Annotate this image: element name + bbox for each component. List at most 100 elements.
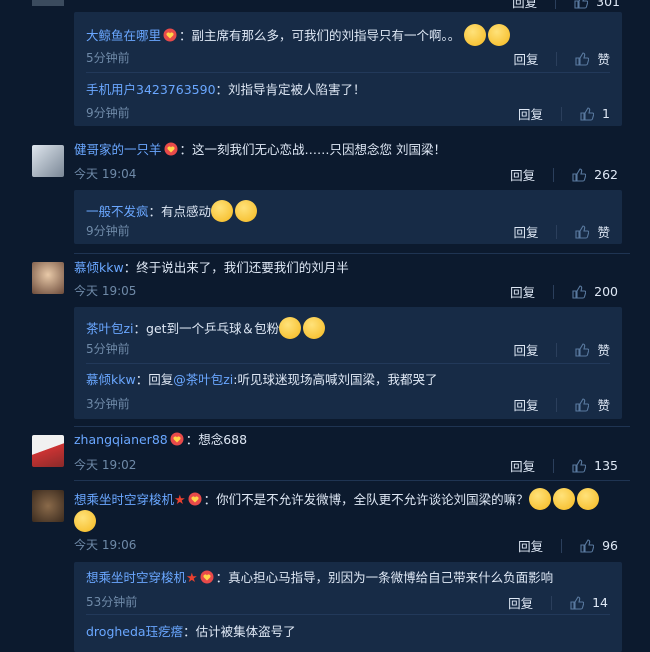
thumb-up-icon xyxy=(572,167,587,182)
reply-text: ：get到一个乒乓球＆包粉 xyxy=(133,321,280,336)
mention-link[interactable]: @茶叶包zi xyxy=(173,372,233,387)
reply-text: ：真心担心马指导，别因为一条微博给自己带来什么负面影响 xyxy=(215,570,554,585)
tears-emoji-icon xyxy=(464,24,487,46)
like-label: 赞 xyxy=(597,52,610,67)
thumb-up-icon xyxy=(575,342,590,357)
like-count: 14 xyxy=(592,595,608,610)
reply-button[interactable]: 回复 xyxy=(512,0,537,11)
reply-line: 慕倾kkw：回复@茶叶包zi:听见球迷现场高喊刘国梁，我都哭了 xyxy=(86,372,437,388)
sad-emoji-icon xyxy=(303,317,326,339)
avatar[interactable] xyxy=(32,490,64,522)
confused-emoji-icon xyxy=(528,488,551,510)
comment-time: 今天 19:02 xyxy=(74,458,137,472)
reply-text: ：副主席有那么多，可我们的刘指导只有一个啊。。 xyxy=(179,28,461,43)
reply-button[interactable]: 回复 xyxy=(518,536,543,555)
comment-text: ：想念688 xyxy=(185,432,248,447)
reply-line: 一般不发疯：有点感动 xyxy=(86,200,258,222)
like-button[interactable]: 赞 xyxy=(575,340,610,359)
thumb-up-icon xyxy=(580,538,595,553)
reply-text: ：估计被集体盗号了 xyxy=(183,624,296,639)
reply-button[interactable]: 回复 xyxy=(513,395,538,414)
like-button[interactable]: 135 xyxy=(572,458,618,473)
thumb-up-icon xyxy=(574,0,589,9)
comment-username[interactable]: 健哥家的一只羊 xyxy=(74,142,162,157)
reply-username[interactable]: 想乘坐时空穿梭机 xyxy=(86,570,186,585)
reply-username[interactable]: drogheda珏疙瘩 xyxy=(86,624,183,639)
like-count: 96 xyxy=(602,538,618,553)
reply-line: 想乘坐时空穿梭机★ ：真心担心马指导，别因为一条微博给自己带来什么负面影响 xyxy=(86,570,553,587)
reply-text: ：有点感动 xyxy=(148,204,212,219)
divider xyxy=(74,426,630,427)
comment-username[interactable]: 想乘坐时空穿梭机 xyxy=(74,492,174,507)
like-button[interactable]: 14 xyxy=(570,595,608,610)
like-button[interactable]: 200 xyxy=(572,284,618,299)
reply-time: 9分钟前 xyxy=(86,106,130,120)
avatar[interactable] xyxy=(32,262,64,294)
like-button[interactable]: 301 xyxy=(574,0,620,9)
comment: 健哥家的一只羊 ：这一刻我们无心恋战……只因想念您 刘国梁！ 今天 19:04 回… xyxy=(74,140,630,190)
like-button[interactable]: 1 xyxy=(580,106,610,121)
tears-emoji-icon xyxy=(488,24,511,46)
reply-text: ：刘指导肯定被人陷害了！ xyxy=(215,82,366,97)
avatar[interactable] xyxy=(32,145,64,177)
reply-button[interactable]: 回复 xyxy=(513,340,538,359)
comment-text: ：终于说出来了，我们还要我们的刘月半 xyxy=(123,260,349,275)
reply-button[interactable]: 回复 xyxy=(513,222,538,241)
comment: zhangqianer88 ：想念688 今天 19:02 回复 135 xyxy=(74,430,630,476)
reply-button[interactable]: 回复 xyxy=(510,282,535,301)
reply-time: 5分钟前 xyxy=(86,51,130,65)
reply-button[interactable]: 回复 xyxy=(513,49,538,68)
reply-username[interactable]: 一般不发疯 xyxy=(86,204,149,219)
divider xyxy=(74,480,630,481)
reply-username[interactable]: 手机用户3423763590 xyxy=(86,82,216,97)
reply-username[interactable]: 慕倾kkw xyxy=(86,372,136,387)
like-button[interactable]: 赞 xyxy=(575,49,610,68)
divider xyxy=(86,614,610,615)
reply-time: 9分钟前 xyxy=(86,224,130,238)
reply-list: 想乘坐时空穿梭机★ ：真心担心马指导，别因为一条微博给自己带来什么负面影响 53分… xyxy=(74,562,622,652)
like-label: 赞 xyxy=(597,225,610,240)
grin-emoji-icon xyxy=(576,488,599,510)
comment-text: ：你们不是不允许发微博，全队更不允许谈论刘国梁的嘛？ xyxy=(203,492,529,507)
avatar[interactable] xyxy=(32,435,64,467)
comment-username[interactable]: zhangqianer88 xyxy=(74,432,168,447)
heart-badge-icon xyxy=(188,492,202,506)
comment-username[interactable]: 慕倾kkw xyxy=(74,260,124,275)
reply-button[interactable]: 回复 xyxy=(510,165,535,184)
reply-line: drogheda珏疙瘩：估计被集体盗号了 xyxy=(86,624,296,640)
heart-badge-icon xyxy=(170,432,184,446)
reply-username[interactable]: 茶叶包zi xyxy=(86,321,134,336)
thumb-up-icon xyxy=(575,397,590,412)
like-count: 1 xyxy=(602,106,610,121)
divider xyxy=(86,363,610,364)
like-button[interactable]: 96 xyxy=(580,538,618,553)
reply-line: 手机用户3423763590：刘指导肯定被人陷害了！ xyxy=(86,82,366,98)
sad-emoji-icon xyxy=(279,317,302,339)
comment: 想乘坐时空穿梭机★ ：你们不是不允许发微博，全队更不允许谈论刘国梁的嘛？ 今天 1… xyxy=(74,486,630,556)
reply-button[interactable]: 回复 xyxy=(518,104,543,123)
heart-badge-icon xyxy=(163,28,177,42)
tears-emoji-icon xyxy=(211,200,234,222)
like-label: 赞 xyxy=(597,343,610,358)
reply-username[interactable]: 大鲸鱼在哪里 xyxy=(86,28,161,43)
reply-list: 大鲸鱼在哪里 ：副主席有那么多，可我们的刘指导只有一个啊。。 5分钟前 回复 赞 … xyxy=(74,12,622,126)
reply-button[interactable]: 回复 xyxy=(508,593,533,612)
thumb-up-icon xyxy=(570,595,585,610)
reply-list: 茶叶包zi：get到一个乒乓球＆包粉 5分钟前 回复 赞 慕倾kkw：回复@茶叶… xyxy=(74,307,622,419)
comment-time: 今天 19:06 xyxy=(74,538,137,552)
thumb-up-icon xyxy=(575,51,590,66)
like-count: 262 xyxy=(594,167,618,182)
heart-badge-icon xyxy=(200,570,214,584)
like-button[interactable]: 赞 xyxy=(575,222,610,241)
comment-time: 今天 19:04 xyxy=(74,167,137,181)
like-button[interactable]: 262 xyxy=(572,167,618,182)
star-badge-icon: ★ xyxy=(174,493,186,508)
thumb-up-icon xyxy=(572,284,587,299)
reply-list: 一般不发疯：有点感动 9分钟前 回复 赞 xyxy=(74,190,622,244)
reply-line: 大鲸鱼在哪里 ：副主席有那么多，可我们的刘指导只有一个啊。。 xyxy=(86,24,511,46)
like-button[interactable]: 赞 xyxy=(575,395,610,414)
comment: 慕倾kkw：终于说出来了，我们还要我们的刘月半 今天 19:05 回复 200 xyxy=(74,258,630,308)
reply-button[interactable]: 回复 xyxy=(510,456,535,475)
thumb-up-icon xyxy=(575,224,590,239)
comment-feed: 回复 301 大鲸鱼在哪里 ：副主席有那么多，可我们的刘指导只有一个啊。。 5分钟… xyxy=(0,0,650,652)
